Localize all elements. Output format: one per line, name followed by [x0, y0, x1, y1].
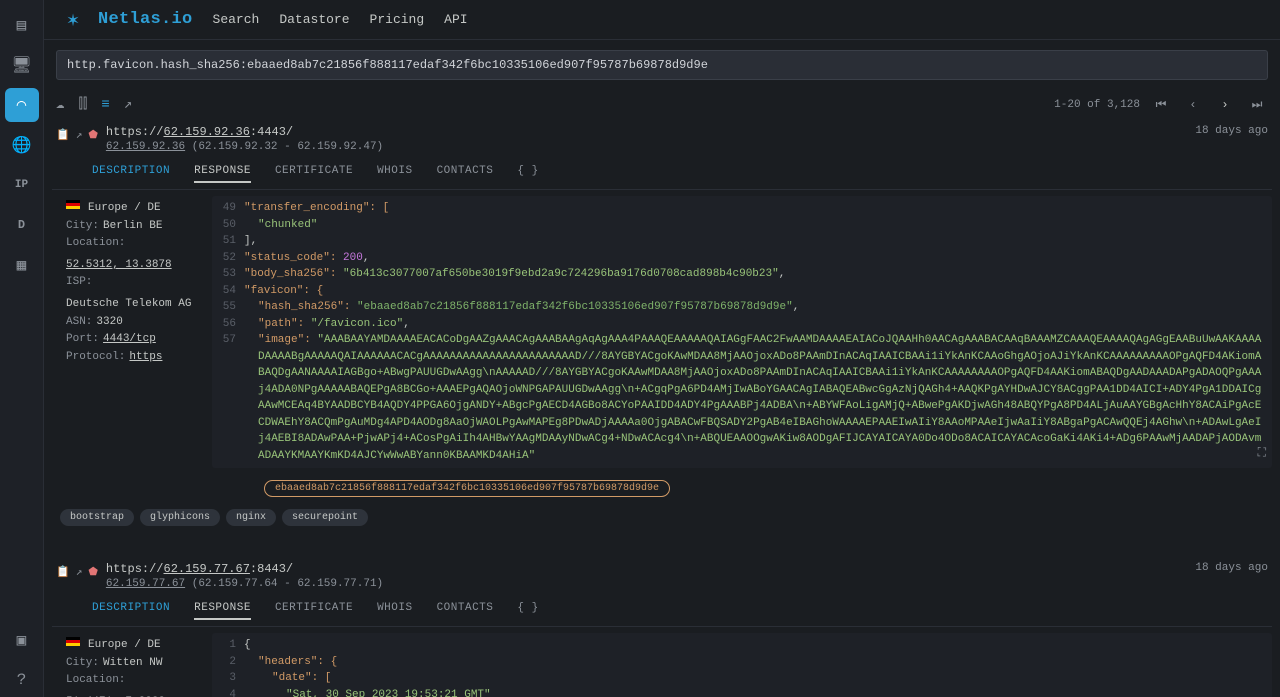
tab-certificate[interactable]: CERTIFICATE	[275, 602, 353, 620]
top-nav: Search Datastore Pricing API	[213, 12, 468, 27]
tab-contacts[interactable]: CONTACTS	[437, 165, 494, 183]
tab-contacts[interactable]: CONTACTS	[437, 602, 494, 620]
response-code: 1{ 2"headers": { 3"date": [ 4"Sat, 30 Se…	[212, 633, 1272, 697]
host-link[interactable]: 62.159.92.36	[164, 125, 250, 139]
list-view-icon[interactable]: ≡	[101, 97, 109, 113]
tab-raw[interactable]: { }	[517, 165, 538, 183]
share-icon[interactable]: ↗	[124, 96, 132, 113]
nav-datastore[interactable]: Datastore	[279, 12, 349, 27]
info-country: Europe / DE	[88, 637, 161, 655]
nav-search[interactable]: Search	[213, 12, 260, 27]
response-code: 49"transfer_encoding": [ 50"chunked" 51]…	[212, 196, 1272, 468]
settings-icon[interactable]: ▣	[5, 623, 39, 657]
tab-description[interactable]: DESCRIPTION	[92, 602, 170, 620]
topbar: ✶ Netlas.io Search Datastore Pricing API	[44, 0, 1280, 40]
host-sub-link[interactable]: 62.159.77.67	[106, 578, 185, 590]
nav-api[interactable]: API	[444, 12, 467, 27]
pager-next[interactable]: ›	[1214, 98, 1236, 112]
result-card: 📋 ↗ ⬟ https://62.159.77.67:8443/ 62.159.…	[52, 556, 1272, 697]
result-tabs: DESCRIPTION RESPONSE CERTIFICATE WHOIS C…	[52, 159, 1272, 190]
tab-whois[interactable]: WHOIS	[377, 165, 413, 183]
tab-response[interactable]: RESPONSE	[194, 602, 251, 620]
host-link[interactable]: 62.159.77.67	[164, 562, 250, 576]
info-loc-label: Location:	[66, 672, 125, 690]
tag-bootstrap[interactable]: bootstrap	[60, 509, 134, 526]
tab-whois[interactable]: WHOIS	[377, 602, 413, 620]
pager-prev[interactable]: ‹	[1182, 98, 1204, 112]
info-loc-label: Location:	[66, 235, 125, 253]
info-asn: 3320	[96, 314, 122, 332]
info-asn-label: ASN:	[66, 314, 92, 332]
shield-icon: ⬟	[88, 128, 98, 142]
brand-name: Netlas.io	[98, 10, 193, 29]
open-icon[interactable]: ↗	[76, 128, 83, 142]
result-age: 18 days ago	[1195, 125, 1268, 137]
pager-first[interactable]: ⏮	[1150, 98, 1172, 112]
tags-row: bootstrap glyphicons nginx securepoint	[52, 503, 1272, 532]
search-input[interactable]	[56, 50, 1268, 80]
tab-raw[interactable]: { }	[517, 602, 538, 620]
tab-response[interactable]: RESPONSE	[194, 165, 251, 183]
info-country: Europe / DE	[88, 200, 161, 218]
info-loc[interactable]: 52.5312, 13.3878	[66, 257, 172, 275]
copy-icon[interactable]: 📋	[56, 565, 70, 579]
tag-nginx[interactable]: nginx	[226, 509, 276, 526]
globe-icon[interactable]: 🌐	[5, 128, 39, 162]
domain-module-icon[interactable]: D	[5, 208, 39, 242]
info-proto-label: Protocol:	[66, 349, 125, 367]
hash-pill[interactable]: ebaaed8ab7c21856f888117edaf342f6bc103351…	[264, 480, 670, 497]
info-city-label: City:	[66, 655, 99, 673]
result-card: 📋 ↗ ⬟ https://62.159.92.36:4443/ 62.159.…	[52, 119, 1272, 532]
shield-icon: ⬟	[88, 565, 98, 579]
download-icon[interactable]: ☁	[56, 96, 64, 113]
copy-icon[interactable]: 📋	[56, 128, 70, 142]
main-area: ✶ Netlas.io Search Datastore Pricing API…	[44, 0, 1280, 697]
info-city: Berlin BE	[103, 218, 162, 236]
result-tabs: DESCRIPTION RESPONSE CERTIFICATE WHOIS C…	[52, 596, 1272, 627]
tab-certificate[interactable]: CERTIFICATE	[275, 165, 353, 183]
brand-splash-icon: ✶	[56, 3, 90, 37]
ip-module-icon[interactable]: IP	[5, 168, 39, 202]
nav-pricing[interactable]: Pricing	[370, 12, 425, 27]
open-icon[interactable]: ↗	[76, 565, 83, 579]
flag-de-icon	[66, 637, 80, 646]
tab-description[interactable]: DESCRIPTION	[92, 165, 170, 183]
host-icon[interactable]: 🖥	[5, 48, 39, 82]
data-module-icon[interactable]: ▦	[5, 248, 39, 282]
info-isp-label: ISP:	[66, 274, 92, 292]
info-isp: Deutsche Telekom AG	[66, 296, 191, 314]
stats-icon[interactable]: ⫿⫿	[78, 97, 87, 113]
info-port-label: Port:	[66, 331, 99, 349]
result-age: 18 days ago	[1195, 562, 1268, 574]
help-icon[interactable]: ?	[5, 663, 39, 697]
pager-summary: 1-20 of 3,128	[1054, 99, 1140, 111]
info-proto[interactable]: https	[129, 349, 162, 367]
info-city: Witten NW	[103, 655, 162, 673]
host-suffix: :8443/	[250, 562, 293, 576]
expand-icon[interactable]: ⛶	[1258, 444, 1266, 462]
info-panel: Europe / DE City:Witten NW Location:51.4…	[60, 633, 200, 697]
info-port[interactable]: 4443/tcp	[103, 331, 156, 349]
pager-last[interactable]: ⏭	[1246, 98, 1268, 112]
search-module-icon[interactable]: ◠	[5, 88, 39, 122]
host-sub-link[interactable]: 62.159.92.36	[106, 141, 185, 153]
results-toolbar: ☁ ⫿⫿ ≡ ↗ 1-20 of 3,128 ⏮ ‹ › ⏭	[44, 90, 1280, 119]
tag-glyphicons[interactable]: glyphicons	[140, 509, 220, 526]
left-rail: ▤ 🖥 ◠ 🌐 IP D ▦ ▣ ?	[0, 0, 44, 697]
tag-securepoint[interactable]: securepoint	[282, 509, 368, 526]
host-prefix: https://	[106, 125, 164, 139]
info-panel: Europe / DE City:Berlin BE Location: 52.5…	[60, 196, 200, 468]
flag-de-icon	[66, 200, 80, 209]
host-prefix: https://	[106, 562, 164, 576]
host-sub-range: (62.159.92.32 - 62.159.92.47)	[192, 141, 383, 153]
results-list: 📋 ↗ ⬟ https://62.159.92.36:4443/ 62.159.…	[44, 119, 1280, 697]
host-sub-range: (62.159.77.64 - 62.159.77.71)	[192, 578, 383, 590]
module-icon[interactable]: ▤	[5, 8, 39, 42]
info-city-label: City:	[66, 218, 99, 236]
host-suffix: :4443/	[250, 125, 293, 139]
search-row	[44, 40, 1280, 90]
